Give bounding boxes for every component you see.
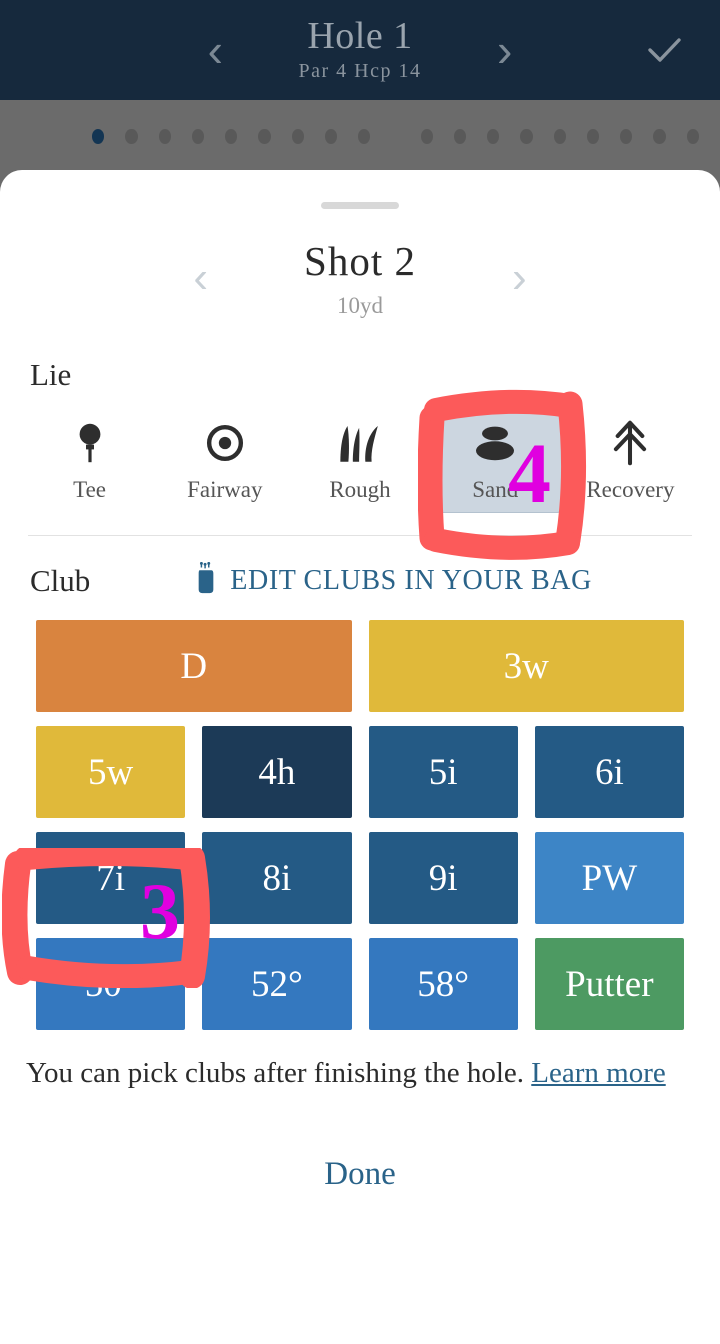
learn-more-link[interactable]: Learn more <box>531 1057 665 1089</box>
next-shot-button[interactable]: › <box>512 256 527 300</box>
lie-option-label: Fairway <box>187 477 263 502</box>
club-button-50[interactable]: 50° <box>36 938 186 1030</box>
pager-dot[interactable] <box>358 128 371 144</box>
pager-dot[interactable] <box>324 128 337 144</box>
done-button[interactable]: Done <box>0 1156 720 1193</box>
club-button-52[interactable]: 52° <box>202 938 352 1030</box>
club-button-8i[interactable]: 8i <box>202 832 352 924</box>
shot-info: Shot 2 10yd <box>260 237 460 319</box>
golf-bag-icon <box>194 561 218 600</box>
club-section-label: Club <box>30 563 91 598</box>
sand-bunker-icon <box>428 415 563 471</box>
previous-hole-button[interactable]: ‹ <box>208 27 223 73</box>
edit-clubs-label: EDIT CLUBS IN YOUR BAG <box>230 565 592 596</box>
lie-option-sand[interactable]: Sand <box>427 407 563 513</box>
pager-dot[interactable] <box>420 128 433 144</box>
pager-dot[interactable] <box>553 128 566 144</box>
check-icon[interactable] <box>642 28 686 72</box>
hole-nav-center: ‹ Hole 1 Par 4 Hcp 14 › <box>208 14 513 84</box>
club-button-pw[interactable]: PW <box>534 832 684 924</box>
shot-title: Shot 2 <box>304 238 416 284</box>
club-button-6i[interactable]: 6i <box>534 726 684 818</box>
hole-info: Hole 1 Par 4 Hcp 14 <box>265 14 455 84</box>
pager-dot[interactable] <box>291 128 304 144</box>
pager-dot[interactable] <box>125 128 138 144</box>
sheet-drag-handle[interactable] <box>321 202 399 209</box>
club-button-5i[interactable]: 5i <box>368 726 518 818</box>
page-title: Hole 1 <box>307 14 413 57</box>
lie-option-tee[interactable]: Tee <box>22 407 157 513</box>
club-grid: D 3w 5w 4h 5i 6i 7i 8i 9i PW 50° 52° 58°… <box>0 620 720 1030</box>
pager-dot[interactable] <box>653 128 666 144</box>
club-button-5w[interactable]: 5w <box>36 726 186 818</box>
club-button-4h[interactable]: 4h <box>202 726 352 818</box>
club-button-9i[interactable]: 9i <box>368 832 518 924</box>
edit-clubs-link[interactable]: EDIT CLUBS IN YOUR BAG <box>194 561 592 600</box>
lie-option-label: Sand <box>472 477 519 502</box>
next-hole-button[interactable]: › <box>497 27 512 73</box>
club-row: 5w 4h 5i 6i <box>36 726 684 818</box>
section-divider <box>28 535 692 536</box>
pager-dot[interactable] <box>586 128 600 144</box>
club-row: 50° 52° 58° Putter <box>36 938 684 1030</box>
club-helper-note: You can pick clubs after finishing the h… <box>0 1044 720 1094</box>
target-circle-icon <box>157 415 292 471</box>
club-row: 7i 8i 9i PW <box>36 832 684 924</box>
pager-dot[interactable] <box>191 128 204 144</box>
lie-section-label: Lie <box>30 357 72 392</box>
lie-options: Tee Fairway Rough Sand Recovery <box>0 407 720 513</box>
hole-navigation-bar: ‹ Hole 1 Par 4 Hcp 14 › <box>0 0 720 100</box>
lie-option-rough[interactable]: Rough <box>292 407 427 513</box>
club-button-7i[interactable]: 7i <box>36 832 186 924</box>
shot-navigation: ‹ Shot 2 10yd › <box>0 237 720 319</box>
club-button-d[interactable]: D <box>36 620 352 712</box>
club-section-header: Club EDIT CLUBS IN YOUR BAG <box>30 561 720 600</box>
pager-dot[interactable] <box>258 128 271 144</box>
golf-tee-icon <box>22 415 157 471</box>
hole-par-handicap: Par 4 Hcp 14 <box>298 60 422 83</box>
lie-option-label: Rough <box>329 477 391 502</box>
pager-dot[interactable] <box>520 128 533 144</box>
club-row: D 3w <box>36 620 684 712</box>
lie-option-recovery[interactable]: Recovery <box>563 407 698 513</box>
pager-dot[interactable] <box>487 128 500 144</box>
club-button-putter[interactable]: Putter <box>534 938 684 1030</box>
lie-option-label: Recovery <box>586 477 675 502</box>
pager-dot[interactable] <box>620 128 633 144</box>
pine-tree-icon <box>563 415 698 471</box>
note-text: You can pick clubs after finishing the h… <box>26 1057 532 1089</box>
grass-icon <box>292 415 427 471</box>
pager-dot[interactable] <box>158 128 171 144</box>
lie-option-label: Tee <box>73 477 107 502</box>
pager-dot[interactable] <box>225 128 238 144</box>
hole-pager-dots[interactable] <box>0 100 720 172</box>
pager-dot[interactable] <box>686 128 699 144</box>
shot-distance: 10yd <box>337 293 383 318</box>
pager-dot[interactable] <box>92 128 105 144</box>
lie-option-fairway[interactable]: Fairway <box>157 407 292 513</box>
pager-dot[interactable] <box>453 128 467 144</box>
club-button-58[interactable]: 58° <box>368 938 518 1030</box>
club-button-3w[interactable]: 3w <box>368 620 684 712</box>
previous-shot-button[interactable]: ‹ <box>193 256 208 300</box>
shot-editor-sheet: ‹ Shot 2 10yd › Lie Tee Fairway Rough Sa… <box>0 170 720 1344</box>
